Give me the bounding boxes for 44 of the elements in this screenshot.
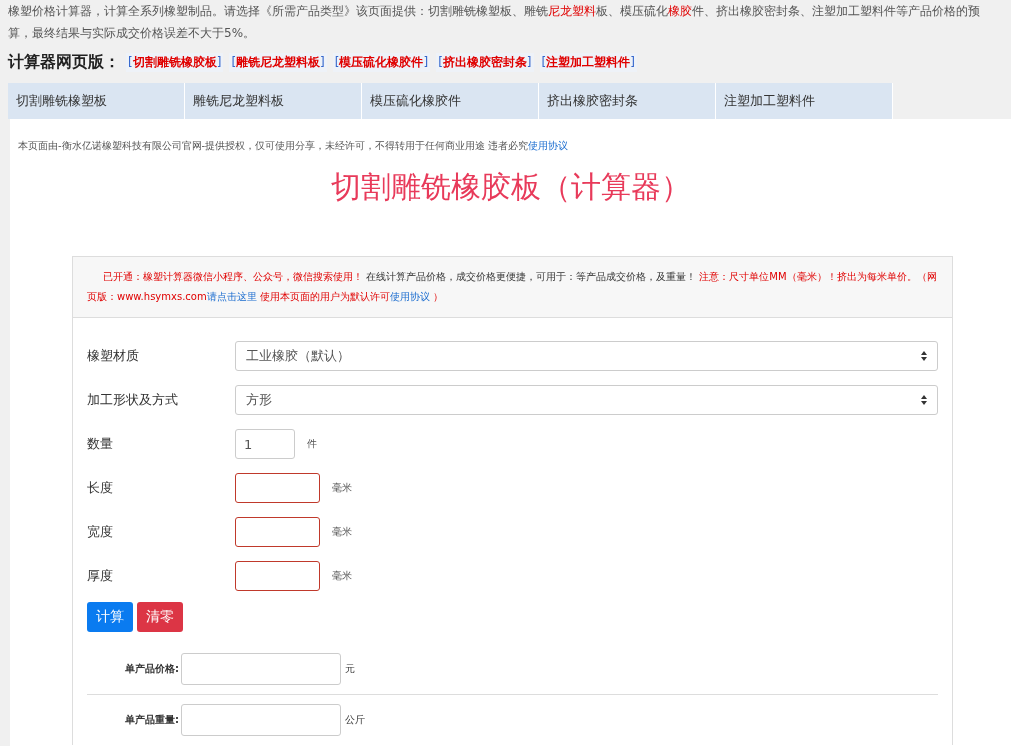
select-field[interactable]: 方形: [235, 385, 938, 415]
unit-label: 公斤: [345, 713, 365, 727]
web-version-title: 计算器网页版：: [8, 52, 120, 73]
input-field[interactable]: 1: [235, 429, 295, 459]
intro-paragraph: 橡塑价格计算器，计算全系列橡塑制品。请选择《所需产品类型》该页面提供：切割雕铣橡塑板、雕铣尼龙塑料板、模压硫化橡胶件、挤出橡胶密封条、注塑加工塑料件等产品价格的预算，最终结果与实际成交价格误差不大于5%。: [7, 3, 981, 42]
field-label: 数量: [87, 435, 114, 453]
unit-label: 件: [307, 437, 317, 451]
field-label: 橡塑材质: [87, 347, 140, 365]
dropdown-caret-icon: [921, 395, 927, 405]
field-label: 长度: [87, 479, 114, 497]
unit-label: 毫米: [332, 569, 352, 583]
field-label: 宽度: [87, 523, 114, 541]
select-field[interactable]: 工业橡胶（默认）: [235, 341, 938, 371]
calculator-link[interactable]: [模压硫化橡胶件]: [332, 53, 431, 72]
result-field[interactable]: [181, 653, 341, 685]
agreement-link[interactable]: 使用协议: [528, 140, 569, 151]
input-field[interactable]: [235, 561, 320, 591]
input-field[interactable]: [235, 517, 320, 547]
product-tab[interactable]: 雕铣尼龙塑料板: [185, 83, 362, 119]
result-label: 单产品重量:: [124, 713, 179, 727]
result-label: 单产品价格:: [124, 662, 179, 676]
product-tab[interactable]: 挤出橡胶密封条: [539, 83, 716, 119]
unit-label: 毫米: [332, 481, 352, 495]
field-label: 厚度: [87, 567, 114, 585]
notice-link[interactable]: 请点击这里: [206, 291, 257, 302]
product-tab[interactable]: 模压硫化橡胶件: [362, 83, 539, 119]
dropdown-caret-icon: [921, 351, 927, 361]
notice-link[interactable]: 使用协议: [389, 291, 430, 302]
result-field[interactable]: [181, 704, 341, 736]
unit-label: 元: [345, 662, 355, 676]
calculator-link[interactable]: [注塑加工塑料件]: [539, 53, 637, 72]
calculator-link[interactable]: [雕铣尼龙塑料板]: [229, 53, 327, 72]
unit-label: 毫米: [332, 525, 352, 539]
notice-text: 已开通：橡塑计算器微信小程序、公众号，微信搜索使用！ 在线计算产品价格，成交价格更便捷，可用于：等产品成交价格，及重量！ 注意：尺寸单位MM（毫米）！挤出为每米单价。（网页版：www.hsymxs.com请点击这里 使用本页面的用户为默认许可使用协议 ）: [73, 257, 952, 318]
page-heading: 切割雕铣橡胶板（计算器）: [329, 168, 692, 206]
calculate-button[interactable]: 计算: [87, 602, 133, 632]
copyright-notice: 本页面由-衡水亿诺橡塑科技有限公司官网-提供授权，仅可使用分享，未经许可，不得转用于任何商业用途 违者必究使用协议: [18, 139, 570, 153]
clear-button[interactable]: 清零: [137, 602, 183, 632]
field-label: 加工形状及方式: [87, 391, 179, 409]
input-field[interactable]: [235, 473, 320, 503]
calculator-link[interactable]: [挤出橡胶密封条]: [436, 53, 534, 72]
calculator-link[interactable]: [切割雕铣橡胶板]: [126, 53, 224, 72]
product-tab[interactable]: 切割雕铣橡塑板: [8, 83, 185, 119]
product-tab[interactable]: 注塑加工塑料件: [716, 83, 893, 119]
